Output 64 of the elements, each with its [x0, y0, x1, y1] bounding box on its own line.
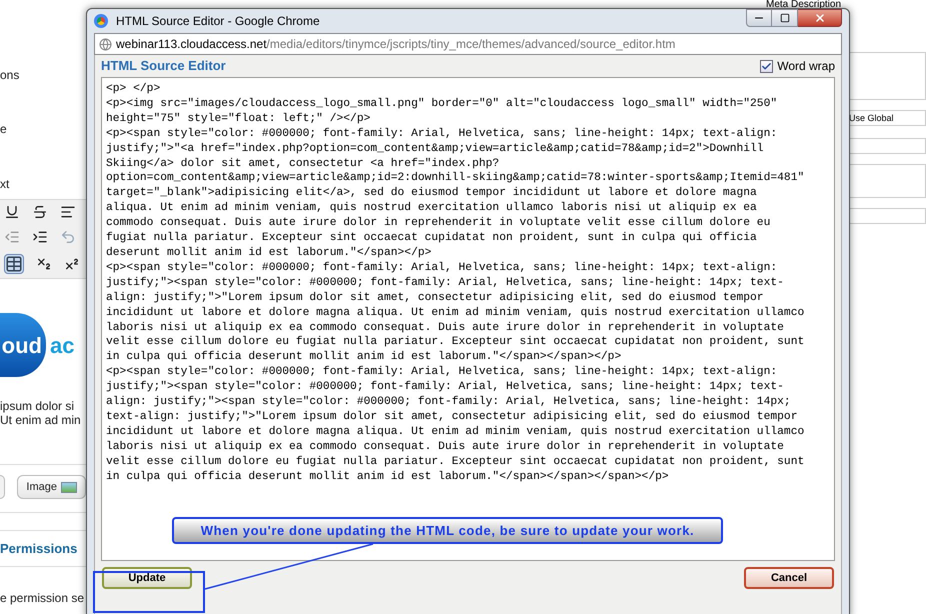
code-line: commodo consequat. Duis aute irure dolor in reprehenderit in voluptate velit esse cillum dolore eu [106, 216, 772, 232]
url-path: /media/editors/tinymce/jscripts/tiny_mce/themes/advanced/source_editor.htm [266, 36, 676, 53]
globe-icon [99, 38, 112, 50]
form-label: xt [0, 177, 10, 191]
subscript-icon[interactable] [36, 256, 52, 272]
address-bar[interactable]: webinar113.cloudaccess.net/media/editors/tinymce/jscripts/tiny_mce/themes/advanced/source_editor.htm [94, 33, 842, 55]
strikethrough-icon[interactable] [32, 204, 48, 220]
code-line: text-align: justify;">"Lorem ipsum dolor sit amet, consectetur adipisicing elit, sed do eiusmod tempor [106, 410, 798, 425]
align-left-icon[interactable] [60, 204, 76, 220]
maximize-icon [780, 13, 790, 23]
logo-text: oud [2, 332, 42, 360]
maximize-button[interactable] [772, 9, 798, 27]
code-line: justify;"><span style="color: #000000; font-family: Arial, Helvetica, sans; line-height: 14px; text- [106, 276, 785, 291]
logo-text: ac [50, 332, 74, 360]
code-line: <p><span style="color: #000000; font-family: Arial, Helvetica, sans; line-height: 14px; text-align: [106, 260, 778, 276]
code-line: laboris nisi ut aliquip ex ea commodo consequat. Duis aute irure dolor in reprehenderit in voluptate [106, 320, 785, 336]
code-line: deserunt mollit anim id est laborum."</span></p> [106, 246, 432, 261]
editor-heading: HTML Source Editor [101, 57, 226, 76]
callout-text: When you're done updating the HTML code, be sure to update your work. [200, 522, 694, 540]
superscript-icon[interactable] [64, 256, 80, 272]
code-line: align: justify;">"Lorem ipsum dolor sit amet, consectetur adipisicing elit, sed do eiusmod tempor [106, 290, 765, 306]
code-line: incididunt ut labore et dolore magna aliqua. Ut enim ad minim veniam, quis nostrud exercitation ullamco [106, 306, 806, 320]
code-line: aliqua. Ut enim ad minim veniam, quis nostrud exercitation ullamco laboris nisi ut aliquip ex ea [106, 201, 758, 216]
close-button[interactable] [798, 9, 842, 27]
word-wrap-checkbox[interactable] [760, 60, 774, 72]
form-label: e [0, 122, 8, 136]
code-line: <p><span style="color: #000000; font-family: Arial, Helvetica, sans; line-height: 14px; text-align: [106, 365, 778, 380]
update-button[interactable]: Update [102, 567, 192, 589]
indent-icon[interactable] [32, 228, 48, 245]
url-host: webinar113.cloudaccess.net [116, 36, 267, 53]
code-line: justify;">"<a href="index.php?option=com_content&amp;view=article&amp;catid=78&amp;id=2">Downhill [106, 142, 765, 157]
code-line: align: justify;"><span style="color: #000000; font-family: Arial, Helvetica, sans; line-height: 14px; [106, 395, 792, 410]
cancel-button[interactable]: Cancel [744, 567, 834, 589]
window-title: HTML Source Editor - Google Chrome [116, 13, 320, 30]
body-text: Ut enim ad min [0, 413, 82, 427]
code-line: incididunt ut labore et dolore magna aliqua. Ut enim ad minim veniam, quis nostrud exercitation ullamco [106, 424, 806, 440]
image-button[interactable]: Image [17, 475, 86, 499]
code-line: option=com_content&amp;view=article&amp;id=2:downhill-skiing&amp;catid=78:winter-sports&amp;Itemid=481" [106, 171, 806, 186]
code-line: <p><img src="images/cloudaccess_logo_small.png" border="0" alt="cloudaccess logo_small" width="250" [106, 96, 778, 112]
table-icon[interactable] [4, 254, 24, 274]
checkbox-label: Word wrap [777, 58, 835, 75]
code-line: velit esse cillum dolore eu fugiat nulla pariatur. Excepteur sint occaecat cupidatat non proident, sunt [106, 454, 806, 470]
code-line: Skiing</a> dolor sit amet, consectetur <a href="index.php? [106, 156, 500, 172]
picture-icon [61, 482, 77, 492]
code-line: <p> </p> [106, 82, 162, 97]
code-line: velit esse cillum dolore eu fugiat nulla pariatur. Excepteur sint occaecat cupidatat non proident, sunt [106, 335, 806, 350]
code-line: fugiat nulla pariatur. Excepteur sint occaecat cupidatat non proident, sunt in culpa qui officia [106, 231, 758, 246]
form-label: Meta Description [765, 0, 842, 10]
code-line: in culpa qui officia deserunt mollit anim id est laborum."</span></span></span></p> [106, 470, 670, 484]
checkmark-icon [761, 60, 772, 72]
browser-logo-icon [94, 14, 108, 28]
code-line: <p><span style="color: #000000; font-family: Arial, Helvetica, sans; line-height: 14px; text-align: [106, 126, 778, 142]
body-text: ipsum dolor si [0, 399, 76, 413]
source-textarea[interactable] [101, 77, 835, 561]
form-label: ons [0, 68, 20, 82]
code-line: laboris nisi ut aliquip ex ea commodo consequat. Duis aute irure dolor in reprehenderit in voluptate [106, 440, 785, 455]
code-line: height="75" style="float: left;" /></p> [106, 112, 372, 127]
underline-icon[interactable] [4, 204, 20, 220]
body-text: e permission se [0, 590, 86, 607]
close-icon [814, 12, 826, 24]
code-line: justify;"><span style="color: #000000; font-family: Arial, Helvetica, sans; line-height: 14px; text- [106, 380, 785, 396]
code-line: in culpa qui officia deserunt mollit anim id est laborum."</span></span></p> [106, 350, 622, 366]
section-heading: Permissions [0, 541, 78, 557]
code-line: target="_blank">adipisicing elit</a>, sed do eiusmod tempor incididunt ut labore et dolore magna [106, 186, 758, 202]
